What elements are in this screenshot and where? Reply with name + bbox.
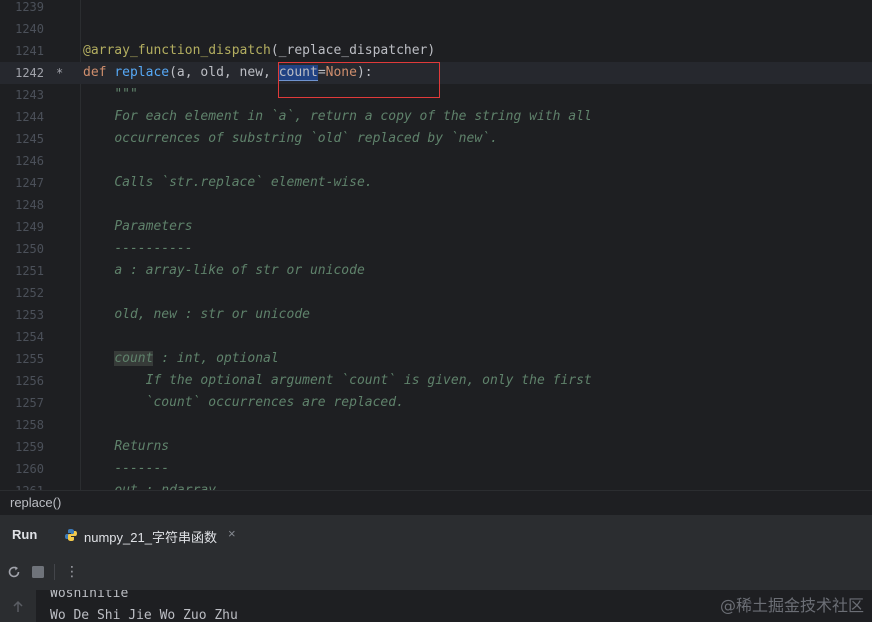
code-line[interactable]: 1259 Returns bbox=[0, 436, 872, 458]
modified-marker: * bbox=[56, 66, 64, 80]
code-line[interactable]: 1251 a : array-like of str or unicode bbox=[0, 260, 872, 282]
line-number: 1240 bbox=[15, 22, 44, 36]
line-number: 1239 bbox=[15, 0, 44, 14]
code-text[interactable]: Returns bbox=[83, 436, 169, 458]
line-number: 1242 bbox=[15, 66, 44, 80]
line-number: 1249 bbox=[15, 220, 44, 234]
line-number: 1241 bbox=[15, 44, 44, 58]
code-text[interactable]: ---------- bbox=[83, 238, 192, 260]
code-text[interactable]: out : ndarray bbox=[83, 480, 216, 490]
code-line[interactable]: 1256 If the optional argument `count` is… bbox=[0, 370, 872, 392]
code-text[interactable]: ------- bbox=[83, 458, 169, 480]
code-text[interactable]: occurrences of substring `old` replaced … bbox=[83, 128, 498, 150]
line-number: 1245 bbox=[15, 132, 44, 146]
line-number: 1244 bbox=[15, 110, 44, 124]
code-text[interactable]: a : array-like of str or unicode bbox=[83, 260, 364, 282]
code-line[interactable]: 1261 out : ndarray bbox=[0, 480, 872, 490]
line-number: 1243 bbox=[15, 88, 44, 102]
code-text[interactable]: Calls `str.replace` element-wise. bbox=[83, 172, 372, 194]
code-line[interactable]: 1244 For each element in `a`, return a c… bbox=[0, 106, 872, 128]
code-text[interactable]: old, new : str or unicode bbox=[83, 304, 310, 326]
code-line[interactable]: 1247 Calls `str.replace` element-wise. bbox=[0, 172, 872, 194]
console-line: Wo De Shi Jie Wo Zuo Zhu bbox=[50, 608, 238, 622]
line-number: 1250 bbox=[15, 242, 44, 256]
code-line[interactable]: 1260 ------- bbox=[0, 458, 872, 480]
highlight-annotation-box bbox=[278, 62, 440, 98]
stop-icon[interactable] bbox=[28, 562, 48, 582]
console-gutter bbox=[0, 590, 36, 622]
code-line[interactable]: 1257 `count` occurrences are replaced. bbox=[0, 392, 872, 414]
line-number: 1253 bbox=[15, 308, 44, 322]
close-icon[interactable]: × bbox=[228, 526, 236, 541]
code-text[interactable]: Parameters bbox=[83, 216, 192, 238]
breadcrumb-function[interactable]: replace() bbox=[10, 495, 61, 510]
code-text[interactable]: @array_function_dispatch(_replace_dispat… bbox=[83, 40, 435, 62]
line-number: 1259 bbox=[15, 440, 44, 454]
rerun-icon[interactable] bbox=[4, 562, 24, 582]
toolbar-divider bbox=[54, 564, 55, 580]
run-panel-header: Run numpy_21_字符串函数 × bbox=[0, 514, 872, 557]
code-line[interactable]: 1245 occurrences of substring `old` repl… bbox=[0, 128, 872, 150]
line-number: 1254 bbox=[15, 330, 44, 344]
code-line[interactable]: 1249 Parameters bbox=[0, 216, 872, 238]
tab-run-config[interactable]: numpy_21_字符串函数 × bbox=[52, 515, 248, 557]
line-number: 1246 bbox=[15, 154, 44, 168]
code-text[interactable]: `count` occurrences are replaced. bbox=[83, 392, 404, 414]
tab-label: numpy_21_字符串函数 bbox=[84, 530, 217, 545]
line-number: 1252 bbox=[15, 286, 44, 300]
run-panel-title: Run bbox=[12, 527, 38, 542]
code-line[interactable]: 1252 bbox=[0, 282, 872, 304]
line-number: 1248 bbox=[15, 198, 44, 212]
line-number: 1258 bbox=[15, 418, 44, 432]
code-line[interactable]: 1246 bbox=[0, 150, 872, 172]
code-line[interactable]: 1240 bbox=[0, 18, 872, 40]
code-line[interactable]: 1248 bbox=[0, 194, 872, 216]
console-line: Woshinitie bbox=[50, 590, 129, 601]
more-icon[interactable]: ⋮ bbox=[62, 562, 82, 582]
code-line[interactable]: 1253 old, new : str or unicode bbox=[0, 304, 872, 326]
code-line[interactable]: 1255 count : int, optional bbox=[0, 348, 872, 370]
code-line[interactable]: 1258 bbox=[0, 414, 872, 436]
code-text[interactable]: For each element in `a`, return a copy o… bbox=[83, 106, 591, 128]
scroll-up-icon bbox=[13, 600, 23, 612]
code-line[interactable]: 1241 @array_function_dispatch(_replace_di… bbox=[0, 40, 872, 62]
line-number: 1261 bbox=[0, 480, 44, 490]
code-line[interactable]: 1239 bbox=[0, 0, 872, 18]
line-number: 1251 bbox=[15, 264, 44, 278]
line-number: 1255 bbox=[15, 352, 44, 366]
code-text[interactable]: count : int, optional bbox=[83, 348, 279, 370]
code-text[interactable]: If the optional argument `count` is give… bbox=[83, 370, 592, 392]
watermark: @稀土掘金技术社区 bbox=[719, 596, 864, 615]
line-number: 1247 bbox=[15, 176, 44, 190]
line-number: 1257 bbox=[15, 396, 44, 410]
code-line[interactable]: 1254 bbox=[0, 326, 872, 348]
line-number: 1256 bbox=[15, 374, 44, 388]
code-line[interactable]: 1250 ---------- bbox=[0, 238, 872, 260]
run-toolbar: ⋮ bbox=[0, 554, 872, 590]
python-icon bbox=[65, 529, 77, 541]
line-number: 1260 bbox=[15, 462, 44, 476]
breadcrumb[interactable]: replace() bbox=[0, 490, 872, 514]
code-editor[interactable]: 1239 1240 1241 @array_function_dispatch(_re… bbox=[0, 0, 872, 490]
code-text[interactable]: """ bbox=[83, 84, 137, 106]
